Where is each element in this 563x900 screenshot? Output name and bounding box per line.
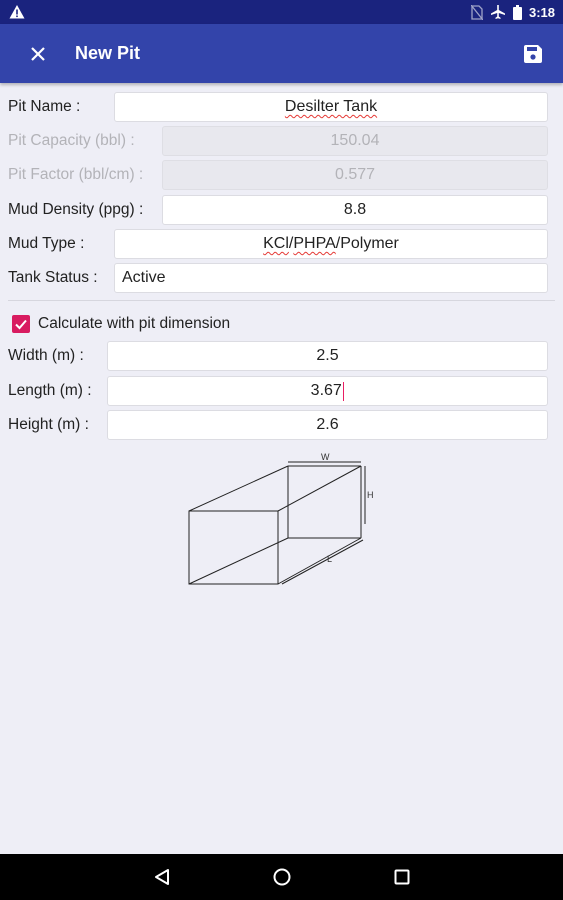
checkmark-icon bbox=[15, 319, 27, 330]
pit-capacity-value: 150.04 bbox=[330, 132, 380, 149]
width-value: 2.5 bbox=[316, 347, 339, 364]
pit-name-value: Desilter Tank bbox=[284, 98, 378, 115]
pit-dimension-diagram: W H L bbox=[188, 452, 374, 585]
mud-type-part-phpa: PHPA bbox=[293, 235, 336, 252]
pit-name-field[interactable]: Desilter Tank bbox=[114, 92, 548, 122]
mud-type-part-kcl: KCl bbox=[263, 235, 289, 252]
mud-type-value: KCl/PHPA/Polymer bbox=[263, 235, 399, 253]
close-button[interactable] bbox=[24, 40, 52, 68]
system-nav-bar bbox=[0, 854, 563, 900]
height-label: Height (m) : bbox=[8, 416, 89, 433]
calc-dimension-checkbox[interactable] bbox=[12, 315, 30, 333]
save-icon bbox=[524, 45, 542, 63]
calc-dimension-label: Calculate with pit dimension bbox=[38, 315, 231, 332]
height-dim-label: H bbox=[367, 490, 374, 500]
recents-button[interactable] bbox=[390, 865, 414, 889]
warning-icon bbox=[9, 5, 25, 19]
pit-factor-value: 0.577 bbox=[334, 166, 376, 183]
mud-type-part-polymer: /Polymer bbox=[335, 235, 399, 252]
width-dim-label: W bbox=[321, 452, 330, 462]
pit-name-row: Pit Name : bbox=[8, 92, 80, 122]
pit-factor-row: Pit Factor (bbl/cm) : bbox=[8, 160, 143, 190]
length-label: Length (m) : bbox=[8, 382, 92, 399]
pit-factor-label: Pit Factor (bbl/cm) : bbox=[8, 166, 144, 183]
mud-type-label: Mud Type : bbox=[8, 235, 85, 252]
text-cursor bbox=[342, 381, 345, 401]
home-button[interactable] bbox=[270, 865, 294, 889]
length-row: Length (m) : bbox=[8, 376, 92, 406]
height-field[interactable]: 2.6 bbox=[107, 410, 548, 440]
tank-status-select[interactable]: Active bbox=[114, 263, 548, 293]
height-value: 2.6 bbox=[316, 416, 339, 433]
airplane-icon bbox=[490, 5, 505, 19]
status-bar: 3:18 bbox=[0, 0, 563, 24]
back-button[interactable] bbox=[150, 865, 174, 889]
page-title: New Pit bbox=[75, 43, 141, 63]
tank-status-value: Active bbox=[122, 269, 166, 286]
mud-density-row: Mud Density (ppg) : bbox=[8, 195, 143, 225]
pit-capacity-row: Pit Capacity (bbl) : bbox=[8, 126, 135, 156]
tank-status-row: Tank Status : bbox=[8, 263, 98, 293]
save-button[interactable] bbox=[519, 40, 547, 68]
pit-name-label: Pit Name : bbox=[8, 98, 81, 115]
width-row: Width (m) : bbox=[8, 341, 84, 371]
pit-factor-field: 0.577 bbox=[162, 160, 548, 190]
close-icon bbox=[31, 47, 45, 61]
recents-icon bbox=[394, 869, 410, 885]
mud-density-value: 8.8 bbox=[343, 201, 367, 218]
mud-density-label: Mud Density (ppg) : bbox=[8, 201, 144, 218]
home-icon bbox=[273, 868, 291, 886]
pit-capacity-label: Pit Capacity (bbl) : bbox=[8, 132, 135, 149]
back-icon bbox=[155, 869, 169, 885]
clock-time: 3:18 bbox=[528, 4, 555, 20]
mud-type-field[interactable]: KCl/PHPA/Polymer bbox=[114, 229, 548, 259]
width-field[interactable]: 2.5 bbox=[107, 341, 548, 371]
app-bar: New Pit bbox=[0, 24, 563, 83]
section-divider bbox=[8, 300, 555, 301]
pit-capacity-field: 150.04 bbox=[162, 126, 548, 156]
mud-density-field[interactable]: 8.8 bbox=[162, 195, 548, 225]
battery-icon bbox=[512, 4, 522, 20]
calc-dimension-checkbox-row[interactable]: Calculate with pit dimension bbox=[12, 313, 230, 335]
length-dim-label: L bbox=[327, 554, 332, 564]
tank-status-label: Tank Status : bbox=[8, 269, 98, 286]
no-sim-icon bbox=[470, 4, 483, 20]
mud-type-row: Mud Type : bbox=[8, 229, 84, 259]
length-field[interactable]: 3.67 bbox=[107, 376, 548, 406]
width-label: Width (m) : bbox=[8, 347, 84, 364]
length-value: 3.67 bbox=[310, 382, 342, 399]
height-row: Height (m) : bbox=[8, 410, 89, 440]
